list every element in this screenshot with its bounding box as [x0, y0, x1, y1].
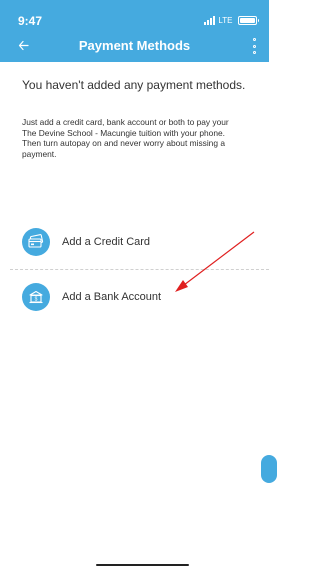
svg-text:$: $: [35, 297, 38, 303]
credit-card-icon: [22, 228, 50, 256]
menu-dot: [252, 51, 256, 54]
info-line: The Devine School - Macungie tuition wit…: [22, 127, 225, 138]
menu-dot: [252, 38, 256, 41]
option-label: Add a Bank Account: [62, 291, 162, 303]
info-paragraph: Just add a credit card, bank account or …: [22, 117, 267, 159]
status-time: 9:47: [18, 14, 43, 28]
more-menu-button[interactable]: [251, 38, 257, 54]
info-line: Just add a credit card, bank account or …: [22, 117, 229, 127]
page-title: Payment Methods: [78, 38, 191, 53]
app-header: 9:47 LTE Payment Methods: [0, 0, 269, 62]
battery-icon: [237, 15, 257, 25]
battery-tip: [257, 18, 259, 22]
add-credit-card-button[interactable]: Add a Credit Card: [22, 227, 252, 257]
signal-icon: [204, 15, 216, 25]
menu-dot: [252, 44, 256, 48]
info-line: payment.: [22, 148, 57, 159]
divider: [10, 269, 269, 270]
chat-bubble-button[interactable]: [261, 455, 277, 483]
home-indicator: [96, 564, 189, 566]
info-line: Then turn autopay on and never worry abo…: [22, 138, 225, 148]
empty-state-message: You haven't added any payment methods.: [22, 78, 246, 92]
bank-icon: $: [22, 283, 50, 311]
status-indicators: LTE: [204, 14, 259, 26]
add-bank-account-button[interactable]: $ Add a Bank Account: [22, 282, 252, 312]
option-label: Add a Credit Card: [62, 236, 151, 248]
network-label: LTE: [218, 15, 233, 25]
